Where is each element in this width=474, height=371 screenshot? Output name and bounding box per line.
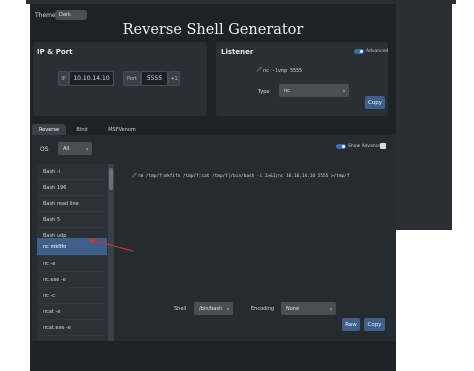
encoding-label: Encoding	[251, 306, 275, 312]
listener-command: nc -lvnp 5555	[263, 68, 303, 74]
copy-button[interactable]: Copy	[364, 318, 385, 331]
list-item[interactable]: ncat.exe -e	[37, 320, 107, 336]
copy-label: Copy	[367, 321, 382, 328]
listener-type-select[interactable]: nc ▾	[279, 84, 349, 97]
shell-label: Shell	[174, 306, 187, 312]
port-label: Port	[127, 75, 137, 82]
annotation-arrow-icon	[87, 238, 134, 252]
list-item[interactable]: nc -c	[37, 288, 107, 304]
show-advanced-toggle[interactable]	[336, 144, 346, 149]
lower-right-gap	[396, 230, 452, 371]
list-item[interactable]: Bash 5	[37, 212, 107, 228]
list-item[interactable]: Bash read line	[37, 196, 107, 212]
listener-copy-button[interactable]: Copy	[365, 96, 385, 109]
side-band	[396, 4, 452, 230]
ip-label: IP	[61, 75, 66, 82]
show-advanced-label: Show Advanced	[348, 144, 384, 149]
tab-reverse[interactable]: Reverse	[32, 124, 66, 135]
chevron-down-icon: ▾	[342, 88, 345, 93]
chevron-down-icon: ▾	[226, 306, 229, 311]
ip-value: 10.10.14.10	[73, 75, 110, 82]
tab-bind[interactable]: Bind	[72, 124, 92, 135]
command-output: rm /tmp/f;mkfifo /tmp/f;cat /tmp/f|/bin/…	[138, 174, 350, 179]
ip-addon: IP	[58, 71, 69, 86]
tab-bind-label: Bind	[76, 126, 88, 133]
save-icon[interactable]	[380, 143, 386, 149]
shell-value: /bin/bash	[199, 305, 223, 312]
advanced-toggle[interactable]	[354, 49, 364, 54]
os-select[interactable]: All ▾	[58, 142, 92, 155]
port-input[interactable]: 5555	[141, 71, 168, 86]
port-addon: Port	[123, 71, 141, 86]
shell-select[interactable]: /bin/bash ▾	[194, 302, 233, 315]
listener-copy-label: Copy	[368, 99, 382, 106]
advanced-label: Advanced	[366, 49, 389, 54]
increment-port-button[interactable]: +1	[168, 71, 180, 86]
command-prompt-icon: 🗡	[131, 173, 138, 179]
type-label: Type	[258, 89, 270, 95]
os-label: OS	[40, 146, 49, 153]
port-value: 5555	[146, 75, 163, 82]
tab-msfvenom[interactable]: MSFVenom	[104, 124, 140, 135]
raw-label: Raw	[345, 321, 357, 328]
theme-select[interactable]: Dark	[55, 10, 87, 20]
tab-reverse-label: Reverse	[38, 126, 60, 133]
tab-msfvenom-label: MSFVenom	[108, 126, 136, 133]
encoding-select[interactable]: None ▾	[281, 302, 336, 315]
listener-type-value: nc	[284, 87, 290, 94]
list-scrollbar-thumb[interactable]	[109, 168, 113, 190]
list-item[interactable]: nc -e	[37, 256, 107, 272]
list-item[interactable]: Bash 196	[37, 180, 107, 196]
listener-title: Listener	[221, 48, 254, 56]
ip-input[interactable]: 10.10.14.10	[69, 71, 114, 86]
theme-label: Theme	[35, 12, 56, 19]
chevron-down-icon: ▾	[329, 306, 332, 311]
ip-port-title: IP & Port	[37, 48, 73, 56]
list-item[interactable]: ncat -e	[37, 304, 107, 320]
list-item[interactable]: nc.exe -e	[37, 272, 107, 288]
command-prompt-icon: 🗡	[256, 67, 263, 73]
chevron-down-icon: ▾	[85, 146, 88, 151]
raw-button[interactable]: Raw	[342, 318, 360, 331]
os-value: All	[63, 145, 70, 152]
increment-label: +1	[170, 75, 178, 82]
list-item[interactable]: Bash -i	[37, 164, 107, 180]
encoding-value: None	[286, 305, 300, 312]
theme-value: Dark	[59, 12, 71, 18]
page-title: Reverse Shell Generator	[122, 22, 304, 38]
